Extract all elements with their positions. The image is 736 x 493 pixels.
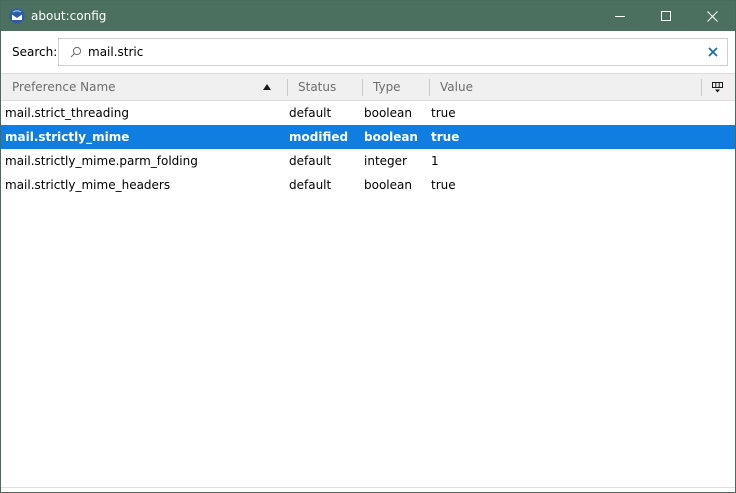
column-separator[interactable] — [701, 79, 702, 96]
column-header-status[interactable]: Status — [298, 74, 362, 100]
table-row[interactable]: mail.strictly_mime modified boolean true — [1, 125, 735, 149]
minimize-icon — [615, 16, 625, 17]
value-cell: true — [431, 130, 460, 144]
status-cell: default — [289, 178, 332, 192]
status-divider — [1, 487, 735, 488]
table-row[interactable]: mail.strictly_mime_headers default boolean… — [1, 173, 735, 197]
table-row[interactable]: mail.strictly_mime.parm_folding default in… — [1, 149, 735, 173]
table-header: Preference Name Status Type Value — [1, 73, 735, 101]
preference-name-cell: mail.strictly_mime.parm_folding — [5, 154, 198, 168]
search-icon — [70, 46, 82, 58]
value-cell: 1 — [431, 154, 439, 168]
table-row[interactable]: mail.strict_threading default boolean true — [1, 101, 735, 125]
type-cell: boolean — [364, 178, 412, 192]
sort-ascending-icon — [263, 84, 271, 90]
status-cell: default — [289, 106, 332, 120]
preferences-list[interactable]: mail.strict_threading default boolean true m… — [1, 101, 735, 197]
value-cell: true — [431, 178, 456, 192]
title-bar[interactable]: about:config — [1, 1, 735, 31]
status-cell: default — [289, 154, 332, 168]
preference-name-cell: mail.strictly_mime — [5, 130, 130, 144]
type-cell: boolean — [364, 106, 412, 120]
column-picker-icon[interactable] — [712, 82, 723, 93]
clear-search-icon[interactable] — [707, 46, 719, 58]
close-button[interactable] — [689, 1, 735, 31]
maximize-button[interactable] — [643, 1, 689, 31]
type-cell: boolean — [364, 130, 418, 144]
search-label: Search: — [12, 45, 58, 59]
thunderbird-app-icon — [9, 8, 25, 24]
maximize-icon — [661, 11, 671, 21]
search-input[interactable] — [88, 45, 688, 59]
column-separator[interactable] — [362, 79, 363, 96]
type-cell: integer — [364, 154, 407, 168]
about-config-window: about:config Search: Preference Name — [0, 0, 736, 493]
column-separator[interactable] — [429, 79, 430, 96]
search-row: Search: — [1, 31, 735, 73]
preference-name-cell: mail.strict_threading — [5, 106, 129, 120]
column-header-value[interactable]: Value — [440, 74, 700, 100]
window-controls — [597, 1, 735, 31]
column-header-name[interactable]: Preference Name — [12, 74, 287, 100]
value-cell: true — [431, 106, 456, 120]
window-title: about:config — [31, 9, 107, 23]
close-icon — [706, 10, 718, 22]
column-separator[interactable] — [287, 79, 288, 96]
status-cell: modified — [289, 130, 349, 144]
search-box[interactable] — [58, 38, 728, 66]
column-header-type[interactable]: Type — [373, 74, 429, 100]
minimize-button[interactable] — [597, 1, 643, 31]
preference-name-cell: mail.strictly_mime_headers — [5, 178, 171, 192]
